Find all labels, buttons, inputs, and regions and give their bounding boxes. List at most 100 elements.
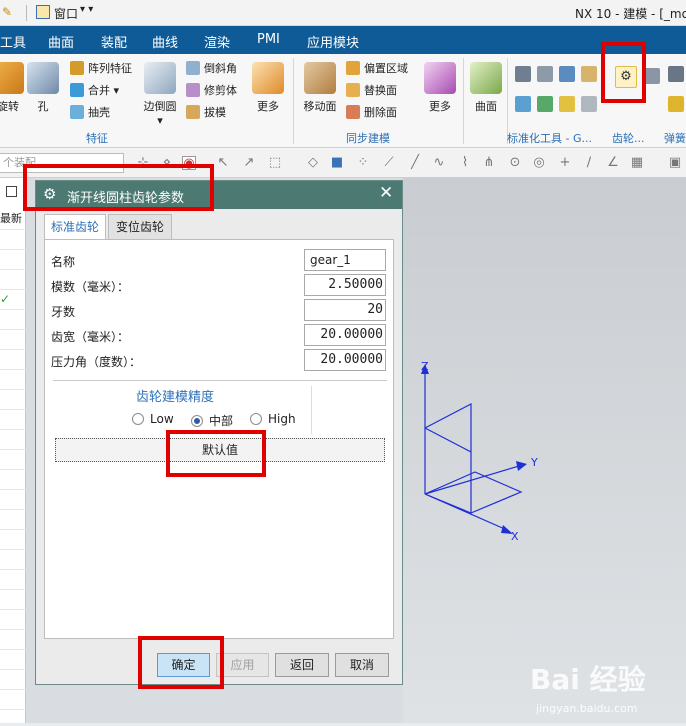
tool-icon[interactable] — [515, 66, 531, 82]
menu-assembly[interactable]: 装配 — [101, 32, 127, 51]
trim-body-button[interactable]: 修剪体 — [186, 82, 237, 98]
menu-render[interactable]: 渲染 — [204, 32, 230, 51]
more-features-button[interactable]: 更多 — [250, 62, 286, 114]
list-item[interactable] — [0, 250, 26, 270]
tool-icon[interactable] — [537, 66, 553, 82]
list-item[interactable] — [0, 450, 26, 470]
more-sync-button[interactable]: 更多 — [422, 62, 458, 114]
draft-button[interactable]: 拔模 — [186, 104, 226, 120]
window-menu-caret-icon[interactable]: ▾ ▾ — [80, 4, 93, 15]
cancel-button[interactable]: 取消 — [335, 653, 389, 677]
offset-region-button[interactable]: 偏置区域 — [346, 60, 408, 76]
tool-icon[interactable] — [559, 96, 575, 112]
list-item[interactable] — [0, 630, 26, 650]
pointer-icon[interactable]: ↖ — [216, 156, 230, 170]
move-face-button[interactable]: 移动面 — [300, 62, 340, 114]
angle-icon[interactable]: ∠ — [606, 156, 620, 170]
tool-icon[interactable] — [559, 66, 575, 82]
menu-curve[interactable]: 曲线 — [152, 32, 178, 51]
list-item[interactable] — [0, 670, 26, 690]
list-item[interactable] — [0, 370, 26, 390]
list-item[interactable] — [0, 550, 26, 570]
window-menu[interactable]: 窗口 — [54, 5, 78, 22]
edge-blend-button[interactable]: 边倒圆 ▾ — [140, 62, 180, 127]
list-item[interactable] — [0, 610, 26, 630]
shell-icon — [70, 105, 84, 119]
module-label: 模数（毫米）： — [51, 280, 130, 294]
cube-icon[interactable]: ■ — [330, 156, 344, 170]
list-item[interactable] — [0, 590, 26, 610]
view-icon[interactable]: ▣ — [668, 156, 682, 170]
face-width-field[interactable]: 20.00000 — [304, 324, 386, 346]
slash-icon[interactable]: ∕ — [582, 156, 596, 170]
list-item[interactable] — [0, 510, 26, 530]
list-item[interactable] — [0, 350, 26, 370]
tool-icon[interactable] — [668, 96, 684, 112]
hole-button[interactable]: 孔 — [26, 62, 60, 114]
list-item[interactable] — [0, 690, 26, 710]
unite-button[interactable]: 合并 ▾ — [70, 82, 119, 98]
tool-icon[interactable] — [537, 96, 553, 112]
list-item[interactable] — [0, 490, 26, 510]
spring-icon[interactable] — [644, 68, 660, 84]
solid-icon[interactable]: ◇ — [306, 156, 320, 170]
list-item[interactable] — [0, 230, 26, 250]
pressure-angle-field[interactable]: 20.00000 — [304, 349, 386, 371]
list-item[interactable] — [0, 410, 26, 430]
revolve-button[interactable]: 旋转 — [0, 62, 26, 114]
list-item[interactable]: ✓ — [0, 290, 26, 310]
box-select-icon[interactable]: ⬚ — [268, 156, 282, 170]
replace-face-button[interactable]: 替换面 — [346, 82, 397, 98]
cursor-icon[interactable]: ↗ — [242, 156, 256, 170]
list-item[interactable] — [0, 310, 26, 330]
pattern-feature-button[interactable]: 阵列特征 — [70, 60, 132, 76]
list-item[interactable] — [0, 650, 26, 670]
name-field[interactable]: gear_1 — [304, 249, 386, 271]
tab-standard-gear[interactable]: 标准齿轮 — [44, 214, 106, 240]
module-field[interactable]: 2.50000 — [304, 274, 386, 296]
graphics-window[interactable]: Z Y X Bai 经验 jingyan.baidu.com — [403, 178, 686, 723]
close-icon[interactable]: ✕ — [379, 184, 393, 202]
tangent-icon[interactable]: ⋔ — [482, 156, 496, 170]
list-item[interactable] — [0, 390, 26, 410]
endpoint-icon[interactable]: ⟋ — [382, 156, 396, 170]
radio-medium[interactable]: 中部 — [191, 412, 233, 429]
list-item[interactable] — [0, 530, 26, 550]
surface-button[interactable]: 曲面 — [468, 62, 504, 114]
window-icon[interactable] — [36, 5, 50, 19]
more-sync-label: 更多 — [429, 100, 451, 113]
tool-icon[interactable] — [581, 66, 597, 82]
menu-app-modules[interactable]: 应用模块 — [307, 32, 359, 51]
quadrant-icon[interactable]: ◎ — [532, 156, 546, 170]
tool-icon[interactable] — [668, 66, 684, 82]
list-item[interactable] — [0, 570, 26, 590]
curve-icon[interactable]: ∿ — [432, 156, 446, 170]
list-item[interactable] — [0, 470, 26, 490]
list-item[interactable] — [0, 330, 26, 350]
navigator-column-latest: 最新 — [0, 210, 26, 230]
menu-surface[interactable]: 曲面 — [48, 32, 74, 51]
tool-icon[interactable] — [515, 96, 531, 112]
list-item[interactable] — [0, 270, 26, 290]
back-button[interactable]: 返回 — [275, 653, 329, 677]
list-item[interactable] — [0, 430, 26, 450]
teeth-field[interactable]: 20 — [304, 299, 386, 321]
plane-xy — [424, 471, 523, 514]
radio-high[interactable]: High — [250, 412, 296, 426]
line-icon[interactable]: ╱ — [408, 156, 422, 170]
radio-low[interactable]: Low — [132, 412, 174, 426]
plus-icon[interactable]: + — [558, 156, 572, 170]
spline-icon[interactable]: ⌇ — [458, 156, 472, 170]
quick-access-icon[interactable]: ✎ — [2, 5, 18, 19]
tool-icon[interactable] — [581, 96, 597, 112]
menu-tools[interactable]: 工具 — [0, 32, 26, 51]
delete-face-button[interactable]: 删除面 — [346, 104, 397, 120]
menu-pmi[interactable]: PMI — [257, 32, 280, 47]
center-icon[interactable]: ⊙ — [508, 156, 522, 170]
tab-shifted-gear[interactable]: 变位齿轮 — [108, 214, 172, 240]
shell-button[interactable]: 抽壳 — [70, 104, 110, 120]
grid-icon[interactable]: ▦ — [630, 156, 644, 170]
more-sync-icon — [424, 62, 456, 94]
points-icon[interactable]: ⁘ — [356, 156, 370, 170]
chamfer-button[interactable]: 倒斜角 — [186, 60, 237, 76]
